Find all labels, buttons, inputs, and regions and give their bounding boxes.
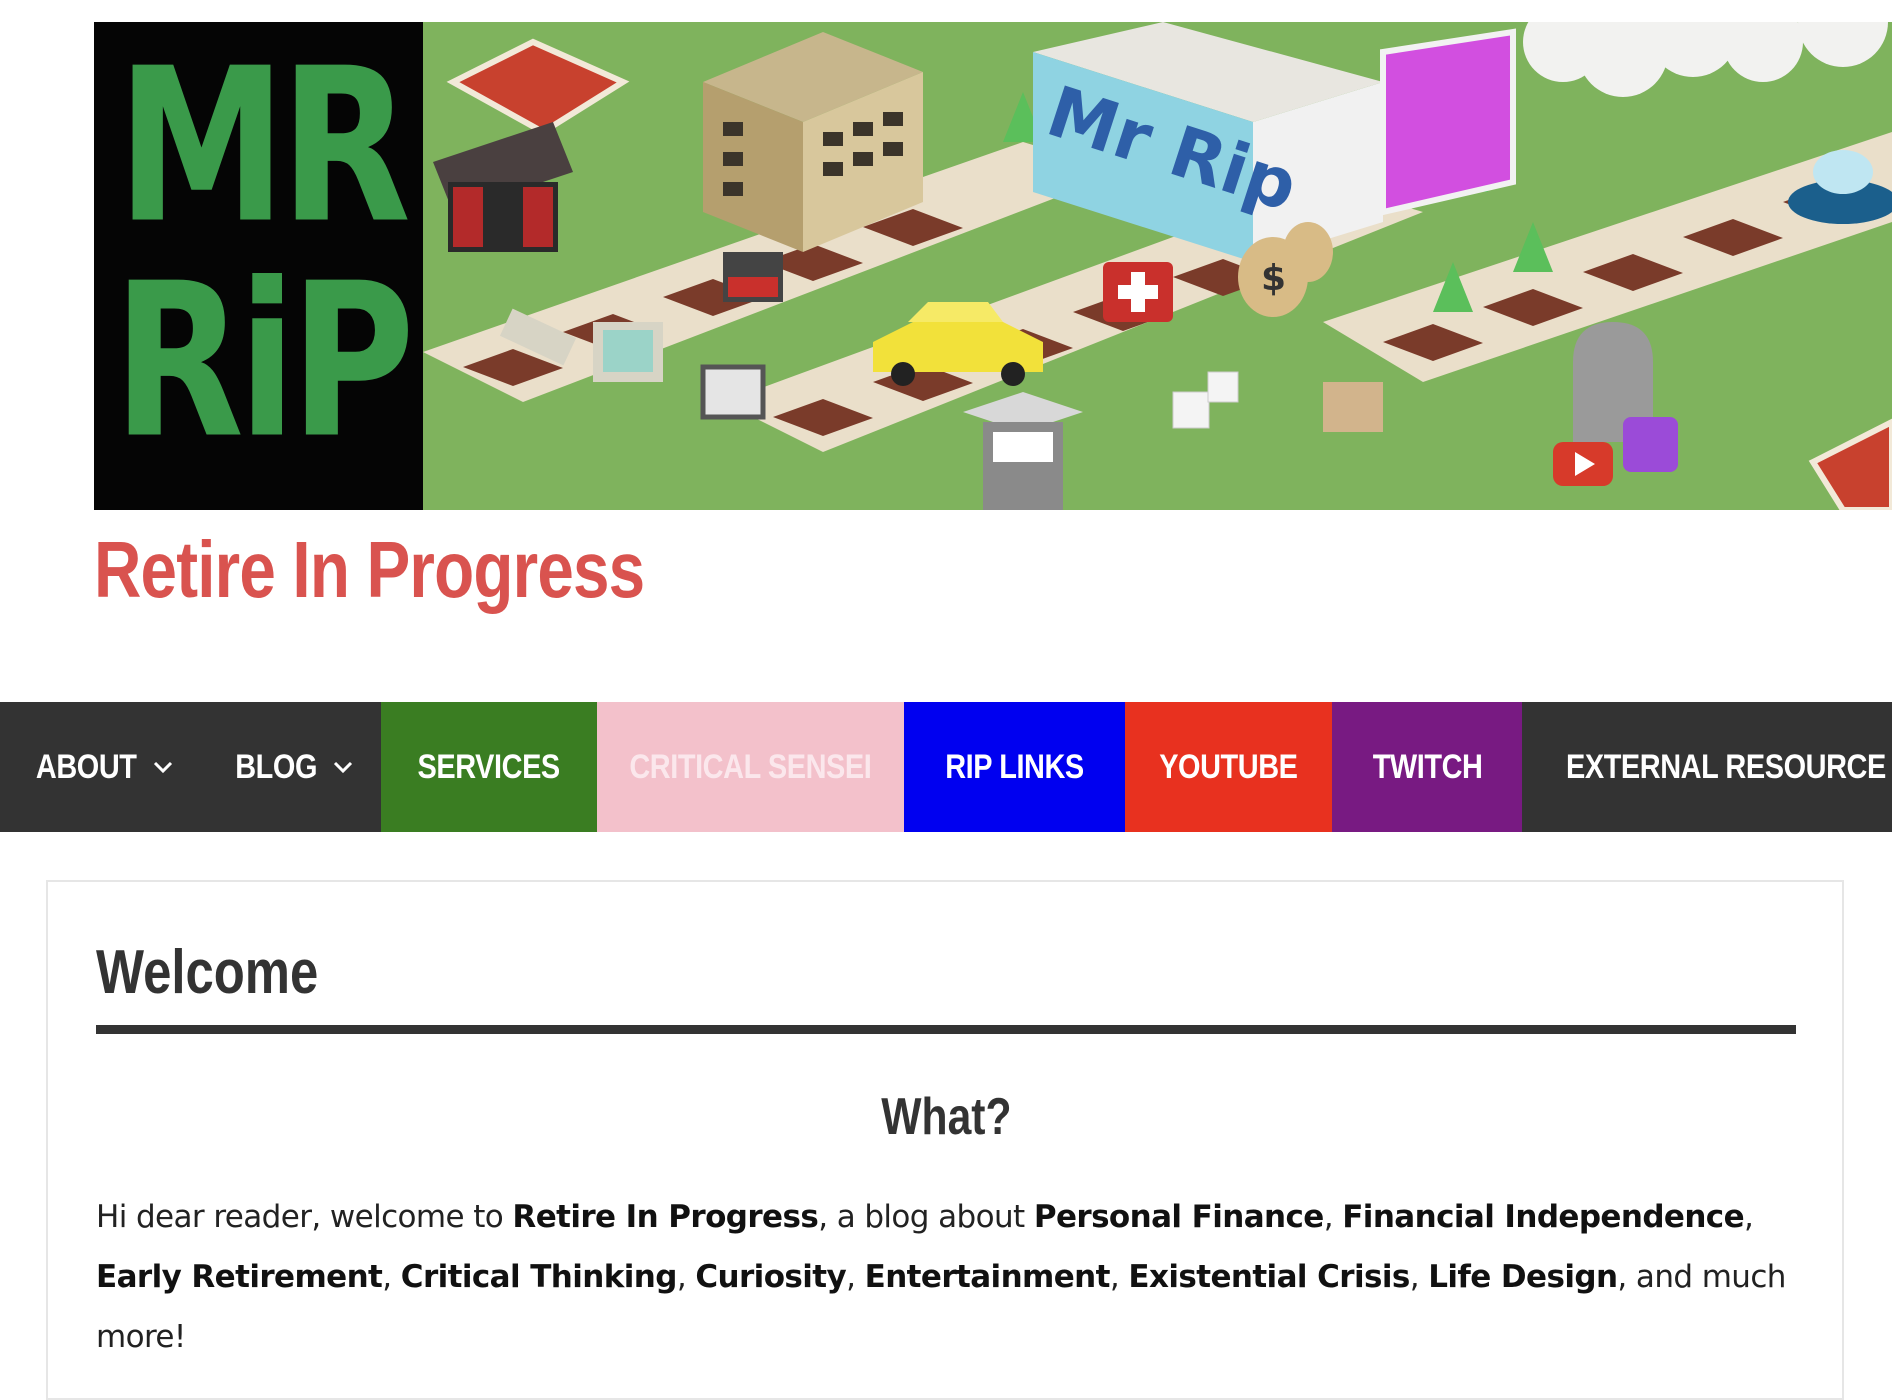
intro-text: , a blog about (818, 1199, 1034, 1235)
intro-text: , (1323, 1199, 1343, 1235)
nav-item-external-resources[interactable]: External Resource (1522, 702, 1892, 832)
banner-illustration: Mr Rip $ (423, 22, 1892, 510)
intro-keyword: Personal Finance (1033, 1199, 1324, 1235)
intro-text: Hi dear reader, welcome to (96, 1199, 513, 1235)
section-heading-text: What? (880, 1088, 1012, 1146)
nav-item-services[interactable]: Services (380, 702, 597, 832)
chevron-down-icon (333, 761, 352, 774)
intro-keyword: Existential Crisis (1128, 1259, 1410, 1295)
chevron-down-icon (154, 761, 173, 774)
nav-item-label: RIP Links (944, 747, 1084, 786)
nav-item-label: Twitch (1372, 747, 1483, 786)
site-logo[interactable]: MR RiP (94, 22, 423, 510)
nav-item-blog[interactable]: Blog (202, 702, 381, 832)
nav-item-label: About (35, 747, 137, 786)
site-title[interactable]: Retire In Progress (94, 520, 645, 620)
intro-text: , (1744, 1199, 1754, 1235)
nav-item-rip-links[interactable]: RIP Links (903, 702, 1125, 832)
content-card: Welcome What? Hi dear reader, welcome to… (46, 880, 1844, 1400)
nav-item-label: Services (417, 747, 561, 786)
nav-item-critical-sensei[interactable]: Critical Sensei (596, 702, 904, 832)
intro-keyword: Critical Thinking (400, 1259, 678, 1295)
nav-item-label: Critical Sensei (629, 747, 872, 786)
intro-keyword: Retire In Progress (512, 1199, 819, 1235)
svg-text:$: $ (1261, 258, 1286, 299)
intro-text: , (676, 1259, 696, 1295)
intro-keyword: Life Design (1428, 1259, 1618, 1295)
page-title: Welcome (96, 938, 319, 1007)
logo-text-rip: RiP (113, 238, 415, 486)
section-heading: What? (96, 1087, 1796, 1147)
intro-text: , (1409, 1259, 1429, 1295)
intro-text: , (846, 1259, 865, 1295)
main-navigation: About Blog Services Critical Sensei RIP … (0, 702, 1892, 832)
first-aid-icon (1103, 262, 1173, 322)
title-divider (96, 1025, 1796, 1034)
intro-keyword: Early Retirement (96, 1259, 383, 1295)
signboard-icon (700, 364, 766, 420)
twitch-icon (1623, 417, 1678, 472)
nav-item-label: YouTube (1159, 747, 1298, 786)
billboard-icon (1380, 28, 1516, 216)
header-banner[interactable]: MR RiP Mr Rip $ (94, 22, 1892, 510)
intro-keyword: Curiosity (695, 1259, 847, 1295)
nav-item-youtube[interactable]: YouTube (1124, 702, 1333, 832)
intro-text: , (382, 1259, 401, 1295)
dice-icon (1172, 391, 1210, 429)
intro-keyword: Financial Independence (1342, 1199, 1745, 1235)
intro-keyword: Entertainment (864, 1259, 1111, 1295)
stroller-icon (1323, 382, 1383, 432)
intro-paragraph: Hi dear reader, welcome to Retire In Pro… (96, 1187, 1796, 1367)
nav-item-label: Blog (235, 747, 318, 786)
nav-item-label: External Resource (1566, 747, 1886, 786)
nav-item-about[interactable]: About (0, 702, 202, 832)
nav-item-twitch[interactable]: Twitch (1332, 702, 1522, 832)
intro-text: , (1109, 1259, 1129, 1295)
logo-text-mr: MR (116, 23, 411, 271)
